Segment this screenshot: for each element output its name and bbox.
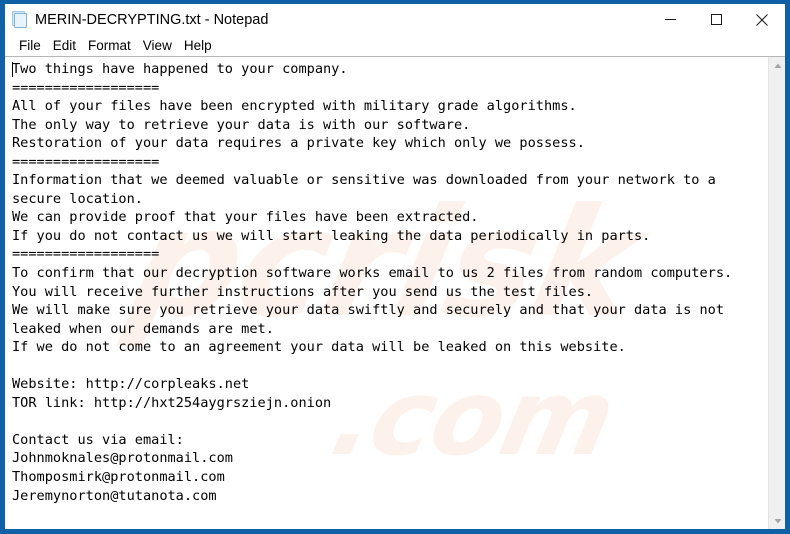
title-bar[interactable]: MERIN-DECRYPTING.txt - Notepad — [5, 4, 785, 35]
scroll-down-arrow-icon[interactable] — [769, 512, 785, 529]
scroll-up-arrow-icon[interactable] — [769, 57, 785, 74]
minimize-button[interactable] — [647, 4, 693, 35]
close-icon — [756, 13, 768, 26]
title-bar-left: MERIN-DECRYPTING.txt - Notepad — [5, 11, 647, 28]
maximize-button[interactable] — [693, 4, 739, 35]
menu-item-view[interactable]: View — [137, 35, 178, 56]
window-title: MERIN-DECRYPTING.txt - Notepad — [35, 11, 269, 28]
note-text-content[interactable]: Two things have happened to your company… — [5, 57, 768, 529]
vertical-scrollbar[interactable] — [768, 57, 785, 529]
menu-item-edit[interactable]: Edit — [47, 35, 82, 56]
menu-item-format[interactable]: Format — [82, 35, 137, 56]
text-client-area: pcrisk .com Two things have happened to … — [5, 56, 785, 529]
window-controls — [647, 4, 785, 35]
notepad-window: MERIN-DECRYPTING.txt - Notepad File Edit… — [0, 0, 790, 534]
icon-page-front — [14, 13, 27, 28]
maximize-icon — [710, 14, 722, 25]
text-caret — [12, 62, 13, 77]
notepad-document-icon — [11, 11, 28, 28]
menu-bar: File Edit Format View Help — [5, 35, 785, 56]
menu-item-file[interactable]: File — [13, 35, 47, 56]
minimize-icon — [664, 19, 676, 20]
menu-item-help[interactable]: Help — [178, 35, 218, 56]
close-button[interactable] — [739, 4, 785, 35]
